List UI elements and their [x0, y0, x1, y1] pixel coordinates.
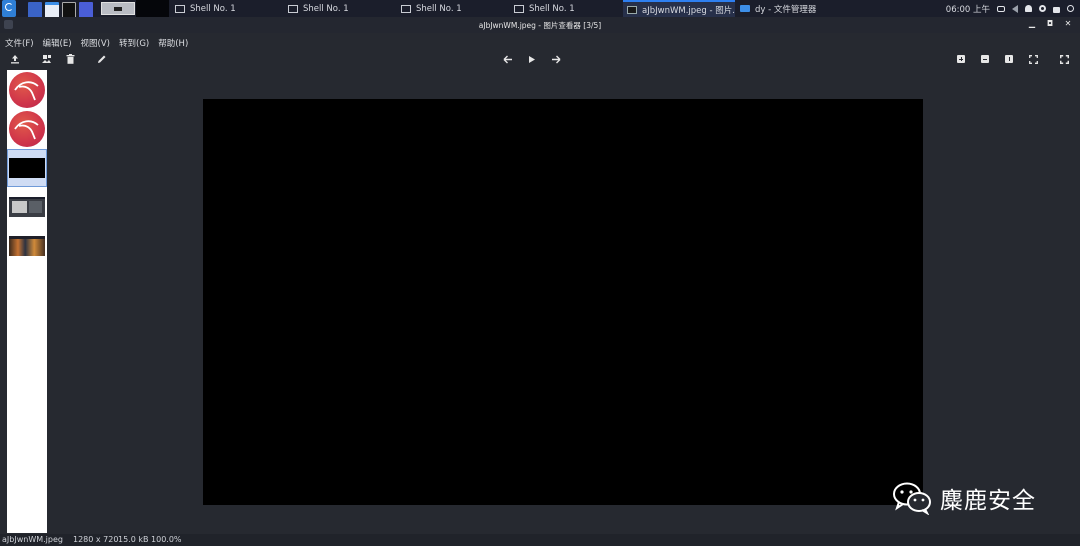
image-display[interactable] [203, 99, 923, 505]
status-size-zoom: 15.0 kB 100.0% [118, 535, 182, 544]
task-label: Shell No. 1 [190, 3, 236, 14]
toolbar [0, 50, 1080, 69]
open-with-icon[interactable] [40, 53, 52, 65]
upload-icon[interactable] [9, 53, 21, 65]
zoom-fit-icon[interactable] [1003, 53, 1015, 65]
thumbnail-strip[interactable] [7, 70, 47, 533]
trash-icon[interactable] [64, 53, 76, 65]
menu-view[interactable]: 视图(V) [76, 33, 114, 50]
task-label: aJbJwnWM.jpeg - 图片... [642, 5, 735, 16]
thumbnail-3-selected[interactable] [7, 149, 47, 187]
task-label: Shell No. 1 [303, 3, 349, 14]
fit-window-icon[interactable] [1027, 53, 1039, 65]
task-shell-1[interactable]: Shell No. 1 [171, 0, 281, 17]
kali-dragon-logo [9, 72, 45, 108]
thumbnail-5[interactable] [7, 227, 47, 265]
menu-go[interactable]: 转到(G) [114, 33, 153, 50]
task-shell-3[interactable]: Shell No. 1 [397, 0, 507, 17]
system-tray: 06:00 上午 [946, 0, 1080, 17]
thumbnail-image [9, 158, 45, 178]
statusbar: aJbJwnWM.jpeg 1280 x 720 15.0 kB 100.0% [0, 534, 1080, 546]
menubar: 文件(F) 编辑(E) 视图(V) 转到(G) 帮助(H) [0, 33, 192, 50]
menu-file[interactable]: 文件(F) [0, 33, 38, 50]
menu-help[interactable]: 帮助(H) [153, 33, 192, 50]
app-menu-icon[interactable] [2, 0, 16, 17]
fullscreen-icon[interactable] [1058, 53, 1070, 65]
close-icon[interactable]: ✕ [1064, 19, 1072, 28]
task-label: dy - 文件管理器 [755, 4, 817, 15]
workspace-1-icon[interactable] [101, 2, 135, 15]
watermark-text: 麋鹿安全 [940, 488, 1036, 514]
minimize-icon[interactable]: ▁ [1028, 19, 1036, 28]
thumbnail-image [9, 197, 45, 217]
folder-icon [740, 5, 750, 12]
power-icon[interactable] [1067, 5, 1074, 12]
image-icon [627, 5, 637, 14]
play-icon[interactable] [526, 53, 538, 65]
status-dimensions: 1280 x 720 [73, 535, 119, 544]
status-filename: aJbJwnWM.jpeg [2, 535, 63, 544]
kali-dragon-logo [9, 111, 45, 147]
zoom-out-icon[interactable] [979, 53, 991, 65]
maximize-icon[interactable]: ◘ [1046, 19, 1054, 28]
thumbnail-4[interactable] [7, 188, 47, 226]
task-label: Shell No. 1 [529, 3, 575, 14]
window-title: aJbJwnWM.jpeg - 图片查看器 [3/5] [478, 21, 602, 30]
zoom-in-icon[interactable] [955, 53, 967, 65]
network-icon[interactable] [1039, 5, 1046, 12]
wechat-icon [893, 482, 931, 515]
terminal-icon [175, 4, 185, 13]
arrow-right-icon[interactable] [550, 53, 562, 65]
taskbar: Shell No. 1 Shell No. 1 Shell No. 1 Shel… [0, 0, 1080, 19]
terminal-icon [401, 4, 411, 13]
arrow-left-icon[interactable] [502, 53, 514, 65]
task-file-manager[interactable]: dy - 文件管理器 [736, 0, 856, 17]
thumbnail-1[interactable] [7, 71, 47, 109]
task-shell-2[interactable]: Shell No. 1 [284, 0, 394, 17]
terminal-icon [514, 4, 524, 13]
menu-edit[interactable]: 编辑(E) [38, 33, 76, 50]
display-icon[interactable] [997, 5, 1005, 12]
notification-bell-icon[interactable] [1025, 5, 1032, 12]
task-shell-4[interactable]: Shell No. 1 [510, 0, 620, 17]
clock[interactable]: 06:00 上午 [946, 3, 990, 15]
lock-icon[interactable] [1053, 6, 1060, 13]
edit-icon[interactable] [96, 53, 108, 65]
thumbnail-image [9, 236, 45, 256]
volume-icon[interactable] [1012, 4, 1018, 13]
task-label: Shell No. 1 [416, 3, 462, 14]
watermark: 麋鹿安全 [892, 480, 1036, 516]
window-titlebar[interactable]: aJbJwnWM.jpeg - 图片查看器 [3/5] ▁ ◘ ✕ [0, 17, 1080, 33]
thumbnail-2[interactable] [7, 110, 47, 148]
task-image-viewer[interactable]: aJbJwnWM.jpeg - 图片... [623, 0, 735, 17]
terminal-icon [288, 4, 298, 13]
workspace-2-icon[interactable] [136, 0, 169, 17]
